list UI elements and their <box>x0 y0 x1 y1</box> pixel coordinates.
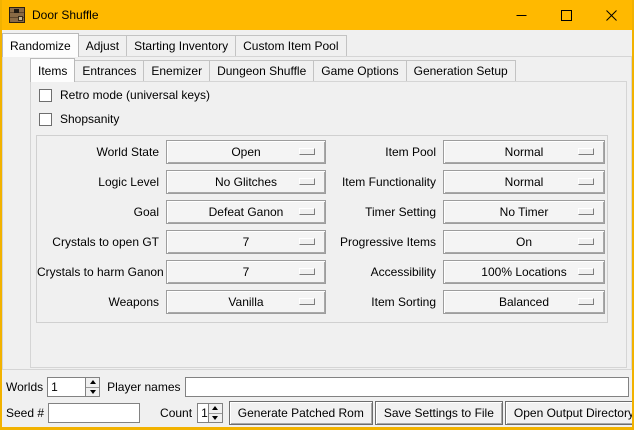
count-spinner-arrows[interactable] <box>208 404 222 422</box>
accessibility-label: Accessibility <box>333 265 436 279</box>
item-functionality-dropdown[interactable]: Normal <box>443 170 605 194</box>
maximize-button[interactable] <box>544 0 589 30</box>
bottom-bar: Worlds 1 Player names Seed # Count 1 <box>2 370 632 427</box>
crystals-harm-ganon-label: Crystals to harm Ganon <box>37 265 159 279</box>
timer-setting-dropdown[interactable]: No Timer <box>443 200 605 224</box>
randomize-sub-notebook: Items Entrances Enemizer Dungeon Shuffle… <box>30 58 627 368</box>
worlds-spinner[interactable]: 1 <box>47 377 100 397</box>
window-title: Door Shuffle <box>32 8 99 22</box>
tab-dungeon-shuffle[interactable]: Dungeon Shuffle <box>209 60 314 81</box>
logic-level-label: Logic Level <box>37 175 159 189</box>
tab-generation-setup[interactable]: Generation Setup <box>406 60 516 81</box>
tab-custom-item-pool[interactable]: Custom Item Pool <box>235 35 346 56</box>
items-panel: Retro mode (universal keys) Shopsanity W… <box>30 81 627 368</box>
item-sorting-label: Item Sorting <box>333 295 436 309</box>
window-body: Randomize Adjust Starting Inventory Cust… <box>2 30 632 427</box>
tab-randomize[interactable]: Randomize <box>2 33 79 57</box>
accessibility-dropdown[interactable]: 100% Locations <box>443 260 605 284</box>
door-icon <box>9 7 25 23</box>
slot-indicator-icon <box>299 268 315 275</box>
item-sorting-dropdown[interactable]: Balanced <box>443 290 605 314</box>
item-pool-label: Item Pool <box>333 145 436 159</box>
weapons-dropdown[interactable]: Vanilla <box>166 290 326 314</box>
slot-indicator-icon <box>299 238 315 245</box>
main-tab-bar: Randomize Adjust Starting Inventory Cust… <box>2 33 632 56</box>
shopsanity-option[interactable]: Shopsanity <box>39 111 626 127</box>
spin-up-arrow-icon[interactable] <box>209 404 222 414</box>
tab-enemizer[interactable]: Enemizer <box>143 60 210 81</box>
open-output-directory-button[interactable]: Open Output Directory <box>505 401 634 425</box>
slot-indicator-icon <box>578 298 594 305</box>
spin-down-arrow-icon[interactable] <box>209 414 222 423</box>
shopsanity-checkbox[interactable] <box>39 113 52 126</box>
window-controls <box>499 0 634 30</box>
titlebar[interactable]: Door Shuffle <box>0 0 634 30</box>
sub-tab-bar: Items Entrances Enemizer Dungeon Shuffle… <box>30 58 627 81</box>
slot-indicator-icon <box>299 298 315 305</box>
tab-starting-inventory[interactable]: Starting Inventory <box>126 35 236 56</box>
player-names-input[interactable] <box>185 377 630 397</box>
crystals-harm-ganon-dropdown[interactable]: 7 <box>166 260 326 284</box>
seed-input[interactable] <box>48 403 140 423</box>
crystals-open-gt-label: Crystals to open GT <box>37 235 159 249</box>
spin-up-arrow-icon[interactable] <box>86 378 99 388</box>
worlds-spinner-arrows[interactable] <box>85 378 99 396</box>
worlds-value[interactable]: 1 <box>48 378 85 396</box>
item-pool-dropdown[interactable]: Normal <box>443 140 605 164</box>
worlds-label: Worlds <box>6 380 43 394</box>
count-spinner[interactable]: 1 <box>197 403 223 423</box>
seed-label: Seed # <box>6 406 44 420</box>
options-frame: World State Open Item Pool Normal Logic … <box>36 135 608 323</box>
count-value[interactable]: 1 <box>198 404 208 422</box>
retro-mode-label: Retro mode (universal keys) <box>60 88 210 102</box>
retro-mode-checkbox[interactable] <box>39 89 52 102</box>
item-functionality-label: Item Functionality <box>333 175 436 189</box>
world-state-dropdown[interactable]: Open <box>166 140 326 164</box>
tab-entrances[interactable]: Entrances <box>74 60 144 81</box>
slot-indicator-icon <box>299 148 315 155</box>
slot-indicator-icon <box>578 268 594 275</box>
close-button[interactable] <box>589 0 634 30</box>
progressive-items-dropdown[interactable]: On <box>443 230 605 254</box>
minimize-button[interactable] <box>499 0 544 30</box>
spin-down-arrow-icon[interactable] <box>86 388 99 397</box>
randomize-panel: Items Entrances Enemizer Dungeon Shuffle… <box>2 56 632 370</box>
slot-indicator-icon <box>578 148 594 155</box>
door-shuffle-window: Door Shuffle Randomize Adjust Starting I… <box>0 0 634 430</box>
goal-dropdown[interactable]: Defeat Ganon <box>166 200 326 224</box>
slot-indicator-icon <box>299 178 315 185</box>
retro-mode-option[interactable]: Retro mode (universal keys) <box>39 87 626 103</box>
progressive-items-label: Progressive Items <box>333 235 436 249</box>
crystals-open-gt-dropdown[interactable]: 7 <box>166 230 326 254</box>
player-names-label: Player names <box>107 380 180 394</box>
slot-indicator-icon <box>578 238 594 245</box>
weapons-label: Weapons <box>37 295 159 309</box>
slot-indicator-icon <box>299 208 315 215</box>
slot-indicator-icon <box>578 178 594 185</box>
goal-label: Goal <box>37 205 159 219</box>
world-state-label: World State <box>37 145 159 159</box>
shopsanity-label: Shopsanity <box>60 112 119 126</box>
slot-indicator-icon <box>578 208 594 215</box>
logic-level-dropdown[interactable]: No Glitches <box>166 170 326 194</box>
tab-adjust[interactable]: Adjust <box>78 35 127 56</box>
timer-setting-label: Timer Setting <box>333 205 436 219</box>
generate-patched-rom-button[interactable]: Generate Patched Rom <box>229 401 373 425</box>
tab-game-options[interactable]: Game Options <box>313 60 406 81</box>
count-label: Count <box>160 406 192 420</box>
tab-items[interactable]: Items <box>30 58 75 82</box>
save-settings-button[interactable]: Save Settings to File <box>375 401 503 425</box>
